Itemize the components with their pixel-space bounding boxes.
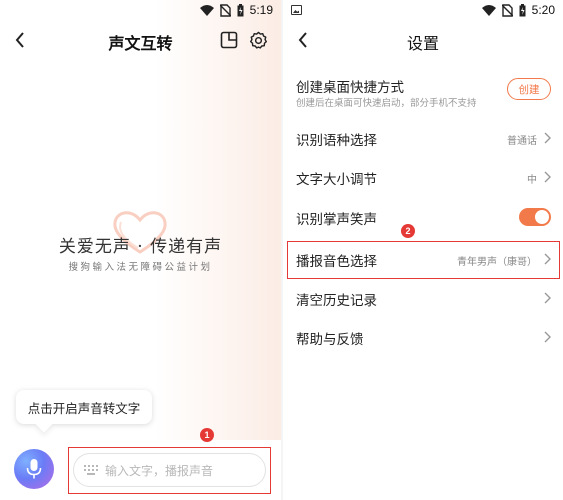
window-button[interactable] <box>218 29 240 51</box>
no-sim-icon <box>501 3 513 17</box>
settings-item-label: 清空历史记录 <box>296 293 377 309</box>
chevron-right-icon <box>544 171 551 183</box>
hero-subtitle: 搜狗输入法无障碍公益计划 <box>68 262 213 273</box>
toggle-knob <box>535 210 549 224</box>
hero-slogan: 关爱无声 · 传递有声 <box>58 237 223 257</box>
wifi-icon <box>199 4 214 16</box>
header: 设置 <box>283 22 563 58</box>
settings-item-label: 文字大小调节 <box>296 172 377 188</box>
page-title: 设置 <box>406 34 439 53</box>
settings-item-help[interactable]: 帮助与反馈 <box>283 317 563 357</box>
battery-icon <box>237 3 244 16</box>
settings-screen: 5:20 设置 创建桌面快捷方式 创建后在桌面可快速启动，部分手机不支持 创建 … <box>283 0 563 500</box>
chevron-right-icon <box>544 292 551 304</box>
status-time: 5:20 <box>531 3 555 17</box>
annotation-badge-2: 2 <box>401 224 415 238</box>
shortcut-sublabel: 创建后在桌面可快速启动，部分手机不支持 <box>296 98 477 109</box>
settings-button[interactable] <box>247 29 269 51</box>
settings-item-value: 中 <box>527 175 537 186</box>
mic-tooltip: 点击开启声音转文字 <box>16 390 152 424</box>
settings-item-label: 识别语种选择 <box>296 133 377 149</box>
chevron-right-icon <box>544 132 551 144</box>
settings-item-clear-history[interactable]: 清空历史记录 <box>283 278 563 318</box>
window-icon <box>220 31 238 49</box>
settings-item-language[interactable]: 识别语种选择 普通话 <box>283 118 563 158</box>
settings-item-label: 识别掌声笑声 <box>296 212 377 228</box>
settings-item-font-size[interactable]: 文字大小调节 中 <box>283 157 563 197</box>
settings-item-label: 帮助与反馈 <box>296 332 364 348</box>
shortcut-label: 创建桌面快捷方式 <box>296 80 404 96</box>
battery-icon <box>519 3 526 16</box>
wifi-icon <box>481 4 496 16</box>
microphone-icon <box>26 459 42 479</box>
voice-text-screen: 5:19 声文互转 关爱无声 · 传递有声 搜狗输入法无障碍公益计划 点击开启声… <box>0 0 281 500</box>
status-bar: 5:20 <box>283 0 563 22</box>
status-bar: 5:19 <box>0 0 281 22</box>
settings-item-value: 普通话 <box>507 136 537 147</box>
voice-to-text-button[interactable] <box>14 449 54 489</box>
status-time: 5:19 <box>249 3 273 17</box>
settings-gear-icon <box>249 31 267 49</box>
no-sim-icon <box>219 3 231 17</box>
create-shortcut-button[interactable]: 创建 <box>507 78 551 100</box>
applause-toggle[interactable] <box>519 208 551 226</box>
chevron-right-icon <box>544 331 551 343</box>
annotation-badge-1: 1 <box>200 428 214 442</box>
header: 声文互转 <box>0 22 281 58</box>
tooltip-text: 点击开启声音转文字 <box>27 400 141 416</box>
annotation-box-1 <box>68 447 271 494</box>
annotation-box-2 <box>287 241 560 279</box>
image-notification-icon <box>291 5 302 15</box>
